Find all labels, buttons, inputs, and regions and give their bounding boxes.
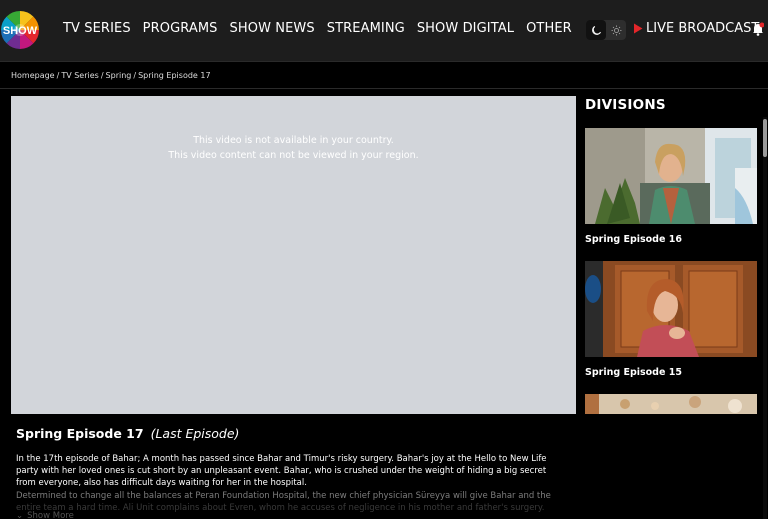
header-divider	[0, 88, 768, 89]
breadcrumb-current: Spring Episode 17	[138, 71, 211, 80]
logo-text: SHOW	[3, 25, 38, 37]
episode-card-title: Spring Episode 16	[585, 234, 682, 245]
show-more-label: Show More	[27, 511, 74, 519]
divisions-heading: DIVISIONS	[585, 97, 666, 113]
episode-card[interactable]: Spring Episode 15	[585, 261, 757, 378]
show-more-button[interactable]: ⌄ Show More	[16, 511, 74, 519]
breadcrumb-separator: /	[133, 71, 137, 80]
nav-tv-series[interactable]: TV SERIES	[63, 21, 131, 36]
episode-title: Spring Episode 17	[16, 426, 144, 441]
site-header: SHOW TV SERIES PROGRAMS SHOW NEWS STREAM…	[0, 0, 768, 62]
episode-title-row: Spring Episode 17 (Last Episode)	[16, 426, 239, 441]
moon-icon[interactable]	[586, 20, 606, 40]
episode-thumbnail	[585, 128, 757, 224]
main-nav: TV SERIES PROGRAMS SHOW NEWS STREAMING S…	[63, 21, 572, 36]
theme-toggle[interactable]	[586, 20, 626, 40]
scrollbar-thumb[interactable]	[763, 119, 767, 157]
bell-icon[interactable]	[752, 22, 764, 36]
nav-streaming[interactable]: STREAMING	[327, 21, 405, 36]
sidebar-scrollbar[interactable]	[763, 117, 767, 519]
breadcrumb-separator: /	[56, 71, 60, 80]
nav-other[interactable]: OTHER	[526, 21, 572, 36]
episode-thumbnail	[585, 261, 757, 357]
geo-block-line-1: This video is not available in your coun…	[193, 135, 394, 146]
chevron-down-icon: ⌄	[16, 511, 24, 519]
video-player[interactable]: This video is not available in your coun…	[11, 96, 576, 414]
live-broadcast-link[interactable]: LIVE BROADCAST	[633, 21, 759, 36]
episode-description-paragraph-1: In the 17th episode of Bahar; A month ha…	[16, 454, 547, 489]
play-icon	[634, 23, 643, 34]
nav-show-news[interactable]: SHOW NEWS	[230, 21, 315, 36]
episode-thumbnail	[585, 394, 757, 414]
episode-description-paragraph-2: Determined to change all the balances at…	[16, 490, 551, 501]
nav-programs[interactable]: PROGRAMS	[143, 21, 218, 36]
breadcrumb-spring[interactable]: Spring	[106, 71, 132, 80]
episode-card[interactable]: Spring Episode 16	[585, 128, 757, 245]
last-episode-badge: (Last Episode)	[150, 426, 240, 441]
breadcrumb: Homepage / TV Series / Spring / Spring Episode…	[11, 71, 211, 80]
episode-card-title: Spring Episode 15	[585, 367, 682, 378]
nav-show-digital[interactable]: SHOW DIGITAL	[417, 21, 514, 36]
show-logo[interactable]: SHOW	[0, 9, 40, 51]
episode-card[interactable]	[585, 394, 757, 414]
breadcrumb-separator: /	[100, 71, 104, 80]
geo-block-line-2: This video content can not be viewed in …	[168, 150, 419, 161]
live-broadcast-label: LIVE BROADCAST	[646, 21, 760, 36]
sun-icon[interactable]	[606, 20, 626, 40]
episode-description: In the 17th episode of Bahar; A month ha…	[16, 453, 564, 514]
breadcrumb-tv-series[interactable]: TV Series	[61, 71, 99, 80]
episode-description-paragraph-3: entire team a hard time. Ali Unit compla…	[16, 502, 545, 513]
breadcrumb-homepage[interactable]: Homepage	[11, 71, 55, 80]
geo-block-message: This video is not available in your coun…	[11, 133, 576, 163]
